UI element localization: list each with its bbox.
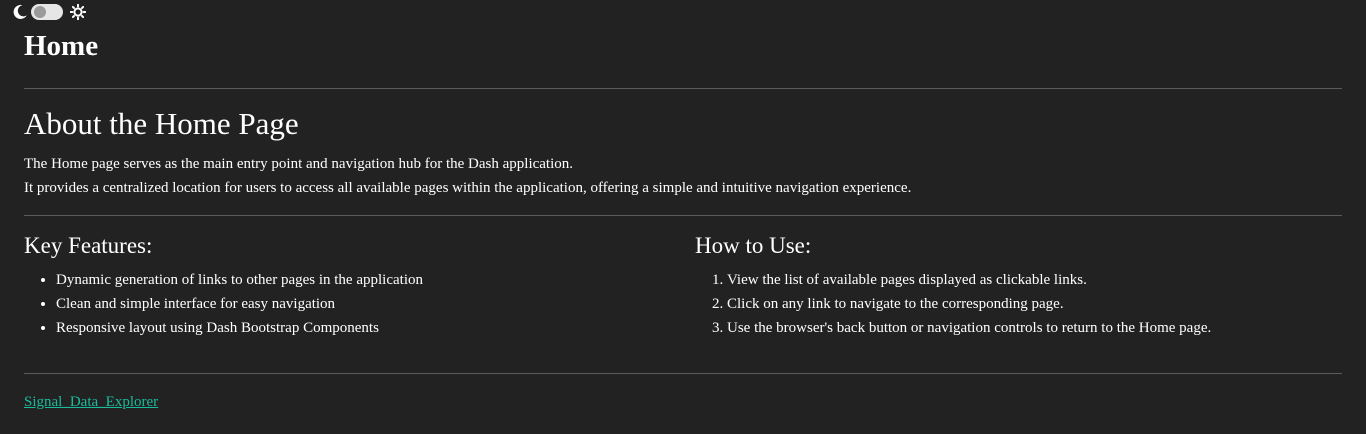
key-features-list: Dynamic generation of links to other pag… bbox=[24, 268, 423, 340]
toggle-knob[interactable] bbox=[34, 6, 46, 18]
moon-icon bbox=[13, 4, 27, 19]
divider bbox=[24, 215, 1342, 216]
list-item: View the list of available pages display… bbox=[727, 268, 1211, 292]
how-to-use-list: View the list of available pages display… bbox=[695, 268, 1211, 340]
divider bbox=[24, 88, 1342, 89]
how-to-use-title: How to Use: bbox=[695, 233, 812, 258]
key-features-title: Key Features: bbox=[24, 233, 153, 258]
list-item: Use the browser's back button or navigat… bbox=[727, 316, 1211, 340]
page-title: Home bbox=[24, 30, 99, 62]
list-item: Responsive layout using Dash Bootstrap C… bbox=[56, 316, 423, 340]
about-title: About the Home Page bbox=[24, 106, 299, 141]
list-item: Click on any link to navigate to the cor… bbox=[727, 292, 1211, 316]
divider bbox=[24, 373, 1342, 374]
signal-data-explorer-link[interactable]: Signal_Data_Explorer bbox=[24, 392, 158, 412]
about-line: The Home page serves as the main entry p… bbox=[24, 156, 574, 172]
theme-switch[interactable] bbox=[12, 3, 86, 21]
list-item: Clean and simple interface for easy navi… bbox=[56, 292, 423, 316]
theme-toggle[interactable] bbox=[31, 4, 63, 20]
how-to-use-section: How to Use: View the list of available p… bbox=[695, 230, 1211, 340]
list-item: Dynamic generation of links to other pag… bbox=[56, 268, 423, 292]
sun-icon bbox=[70, 4, 86, 20]
about-description: The Home page serves as the main entry p… bbox=[24, 152, 911, 200]
key-features-section: Key Features: Dynamic generation of link… bbox=[24, 230, 423, 340]
about-line: It provides a centralized location for u… bbox=[24, 180, 912, 196]
